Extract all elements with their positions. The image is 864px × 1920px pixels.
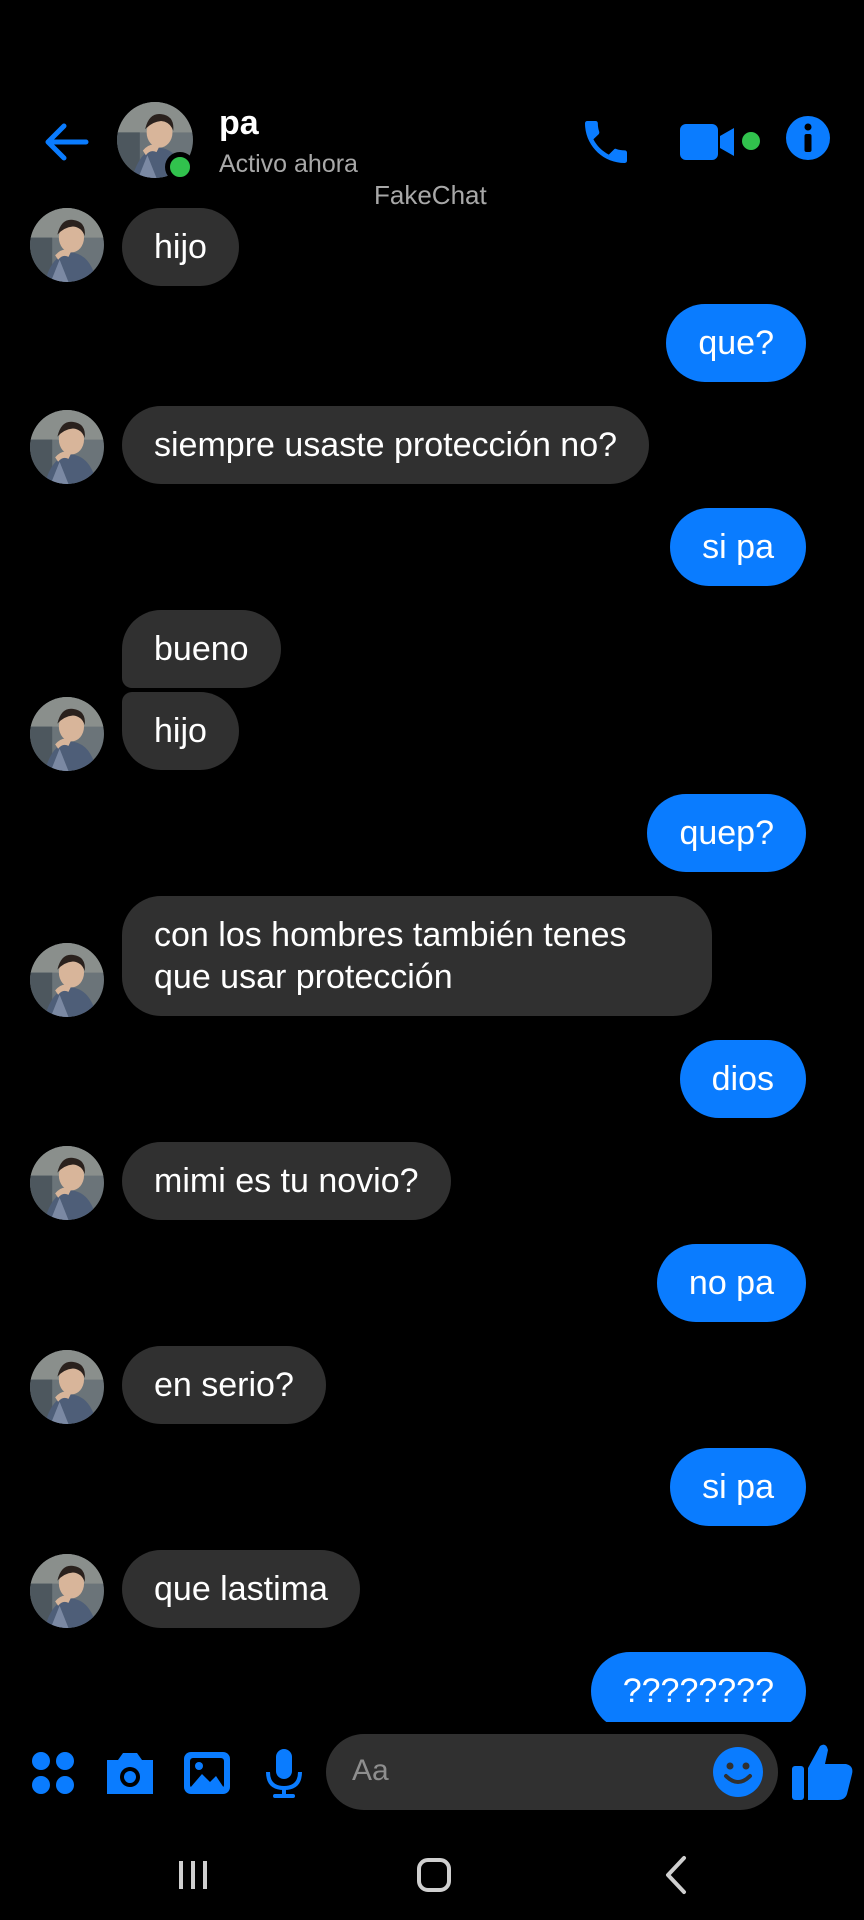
voice-message-button[interactable] (255, 1744, 313, 1802)
sender-avatar[interactable] (30, 1146, 104, 1220)
message-incoming[interactable]: hijo (122, 692, 239, 770)
message-line: con los hombres también tenes (154, 916, 627, 954)
gallery-button[interactable] (178, 1744, 236, 1802)
message-list[interactable]: hijo que? siempre usaste protección no? … (0, 0, 864, 1722)
camera-button[interactable] (101, 1744, 159, 1802)
sender-avatar[interactable] (30, 208, 104, 282)
nav-back-button[interactable] (652, 1850, 702, 1900)
message-outgoing[interactable]: ???????? (590, 1652, 806, 1722)
emoji-icon (713, 1747, 763, 1797)
more-actions-button[interactable] (24, 1744, 82, 1802)
message-outgoing[interactable]: si pa (670, 1448, 806, 1526)
microphone-icon (266, 1749, 302, 1798)
like-button[interactable] (790, 1738, 856, 1804)
sender-avatar[interactable] (30, 697, 104, 771)
thumbs-up-icon (792, 1744, 853, 1800)
message-outgoing[interactable]: no pa (656, 1244, 806, 1322)
recent-apps-icon (179, 1861, 207, 1889)
message-outgoing[interactable]: quep? (647, 794, 806, 872)
gallery-icon (184, 1752, 230, 1794)
system-navigation-bar (0, 1830, 864, 1920)
nav-back-icon (666, 1856, 686, 1894)
message-input[interactable]: Aa (326, 1734, 778, 1810)
composer-bar: Aa (0, 1732, 864, 1814)
message-incoming[interactable]: en serio? (122, 1346, 326, 1424)
message-incoming[interactable]: siempre usaste protección no? (122, 406, 650, 484)
recent-apps-button[interactable] (168, 1850, 218, 1900)
sender-avatar[interactable] (30, 410, 104, 484)
message-outgoing[interactable]: si pa (670, 508, 806, 586)
sender-avatar[interactable] (30, 943, 104, 1017)
message-incoming[interactable]: con los hombres también tenes que usar p… (122, 896, 713, 1016)
sender-avatar[interactable] (30, 1350, 104, 1424)
message-outgoing[interactable]: dios (679, 1040, 806, 1118)
home-icon (417, 1858, 451, 1892)
message-line: que usar protección (154, 958, 453, 996)
message-incoming[interactable]: que lastima (122, 1550, 360, 1628)
menu-dots-icon (32, 1752, 74, 1794)
input-placeholder: Aa (352, 1754, 389, 1787)
camera-icon (107, 1753, 153, 1794)
message-incoming[interactable]: bueno (122, 610, 281, 688)
emoji-button[interactable] (712, 1746, 764, 1798)
message-outgoing[interactable]: que? (666, 304, 806, 382)
message-incoming[interactable]: hijo (122, 208, 239, 286)
message-incoming[interactable]: mimi es tu novio? (122, 1142, 451, 1220)
home-button[interactable] (409, 1850, 459, 1900)
sender-avatar[interactable] (30, 1554, 104, 1628)
